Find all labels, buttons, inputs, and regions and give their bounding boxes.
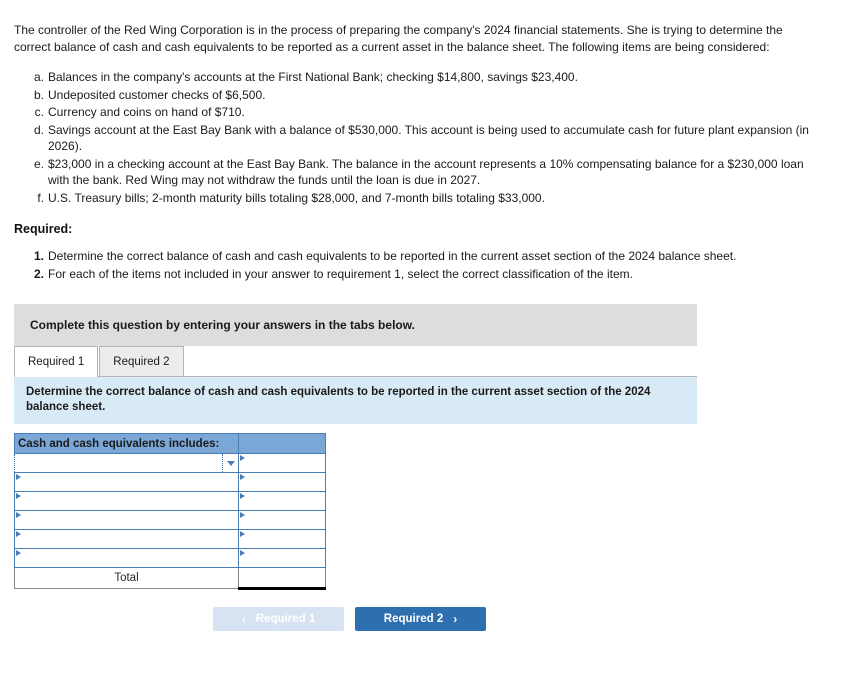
question-intro-paragraph: The controller of the Red Wing Corporati…: [14, 23, 783, 54]
answer-row-2-amount[interactable]: [238, 472, 326, 492]
question-items-list: a. Balances in the company's accounts at…: [14, 69, 829, 206]
answer-row-5-amount[interactable]: [238, 529, 326, 549]
list-item-marker: c.: [34, 105, 44, 119]
cell-marker-icon: [240, 531, 245, 537]
tab-required-1-label: Required 1: [28, 356, 85, 368]
cell-marker-icon: [240, 474, 245, 480]
table-row: [14, 510, 326, 530]
tab-required-1[interactable]: Required 1: [14, 346, 99, 377]
cell-marker-icon: [240, 512, 245, 518]
list-item-text: $23,000 in a checking account at the Eas…: [48, 156, 804, 188]
required-heading: Required:: [14, 222, 73, 236]
answer-row-6-select[interactable]: [14, 548, 239, 568]
list-item: b. Undeposited customer checks of $6,500…: [32, 87, 822, 104]
answer-table-header-label: Cash and cash equivalents includes:: [14, 433, 239, 454]
answer-table-header-row: Cash and cash equivalents includes:: [14, 433, 326, 454]
list-item-marker: f.: [37, 190, 44, 205]
cell-marker-icon: [240, 550, 245, 556]
answer-row-1-select[interactable]: [14, 453, 239, 473]
requirement-number: 2.: [33, 266, 44, 281]
list-item: c. Currency and coins on hand of $710.: [32, 104, 822, 121]
answer-table: Cash and cash equivalents includes: Tota…: [14, 433, 326, 590]
question-page: The controller of the Red Wing Corporati…: [0, 0, 843, 282]
prev-required-1-button[interactable]: ‹ Required 1: [213, 607, 344, 631]
requirement-tabs: Required 1 Required 2: [14, 346, 697, 377]
list-item: e. $23,000 in a checking account at the …: [32, 156, 822, 189]
requirement-text: For each of the items not included in yo…: [48, 266, 633, 281]
tab-required-2[interactable]: Required 2: [99, 346, 184, 376]
cell-marker-icon: [240, 455, 245, 461]
answer-row-6-amount[interactable]: [238, 548, 326, 568]
list-item-text: Savings account at the East Bay Bank wit…: [48, 122, 809, 154]
cell-marker-icon: [16, 531, 21, 537]
list-item-marker: b.: [33, 87, 44, 102]
table-row: [14, 491, 326, 511]
answer-row-3-amount[interactable]: [238, 491, 326, 511]
cell-marker-icon: [16, 550, 21, 556]
cell-marker-icon: [16, 474, 21, 480]
cell-marker-icon: [240, 493, 245, 499]
list-item-marker: d.: [33, 122, 44, 137]
list-item-marker: a.: [33, 70, 44, 84]
requirement-item: 2. For each of the items not included in…: [32, 266, 792, 283]
cell-marker-icon: [16, 512, 21, 518]
answer-row-2-select[interactable]: [14, 472, 239, 492]
cell-marker-icon: [16, 493, 21, 499]
table-row: [14, 453, 326, 473]
list-item-text: Undeposited customer checks of $6,500.: [48, 87, 266, 102]
answer-row-3-select[interactable]: [14, 491, 239, 511]
table-row: [14, 529, 326, 549]
list-item-marker: e.: [33, 156, 44, 171]
requirement-item: 1. Determine the correct balance of cash…: [32, 248, 792, 265]
chevron-down-icon[interactable]: [222, 454, 238, 472]
requirement-navigation: ‹ Required 1 Required 2 ›: [0, 607, 843, 631]
requirements-list: 1. Determine the correct balance of cash…: [14, 248, 829, 282]
answer-row-5-select[interactable]: [14, 529, 239, 549]
prev-required-1-label: Required 1: [255, 613, 316, 625]
list-item: f. U.S. Treasury bills; 2-month maturity…: [32, 190, 822, 207]
answer-table-wrapper: Cash and cash equivalents includes: Tota…: [14, 433, 326, 590]
requirement-instruction-strip: Determine the correct balance of cash an…: [14, 377, 697, 424]
table-row: [14, 472, 326, 492]
total-value: [238, 567, 326, 590]
answer-table-total-row: Total: [14, 567, 326, 590]
answer-row-1-amount[interactable]: [238, 453, 326, 473]
next-required-2-button[interactable]: Required 2 ›: [355, 607, 486, 631]
total-label: Total: [14, 567, 239, 589]
next-required-2-label: Required 2: [383, 613, 444, 625]
list-item: a. Balances in the company's accounts at…: [32, 69, 822, 86]
answer-row-4-select[interactable]: [14, 510, 239, 530]
list-item-text: Balances in the company's accounts at th…: [48, 70, 578, 84]
answer-row-4-amount[interactable]: [238, 510, 326, 530]
chevron-right-icon: ›: [453, 612, 458, 626]
answer-table-header-value: [238, 433, 326, 454]
tab-required-2-label: Required 2: [113, 356, 170, 368]
requirement-instruction-text: Determine the correct balance of cash an…: [26, 386, 651, 413]
complete-question-banner: Complete this question by entering your …: [14, 304, 697, 346]
list-item-text: Currency and coins on hand of $710.: [48, 105, 245, 119]
list-item: d. Savings account at the East Bay Bank …: [32, 122, 822, 155]
chevron-left-icon: ‹: [241, 612, 246, 626]
requirement-number: 1.: [33, 249, 44, 263]
complete-question-banner-text: Complete this question by entering your …: [30, 318, 415, 332]
list-item-text: U.S. Treasury bills; 2-month maturity bi…: [48, 190, 545, 205]
table-row: [14, 548, 326, 568]
requirement-text: Determine the correct balance of cash an…: [48, 249, 737, 263]
